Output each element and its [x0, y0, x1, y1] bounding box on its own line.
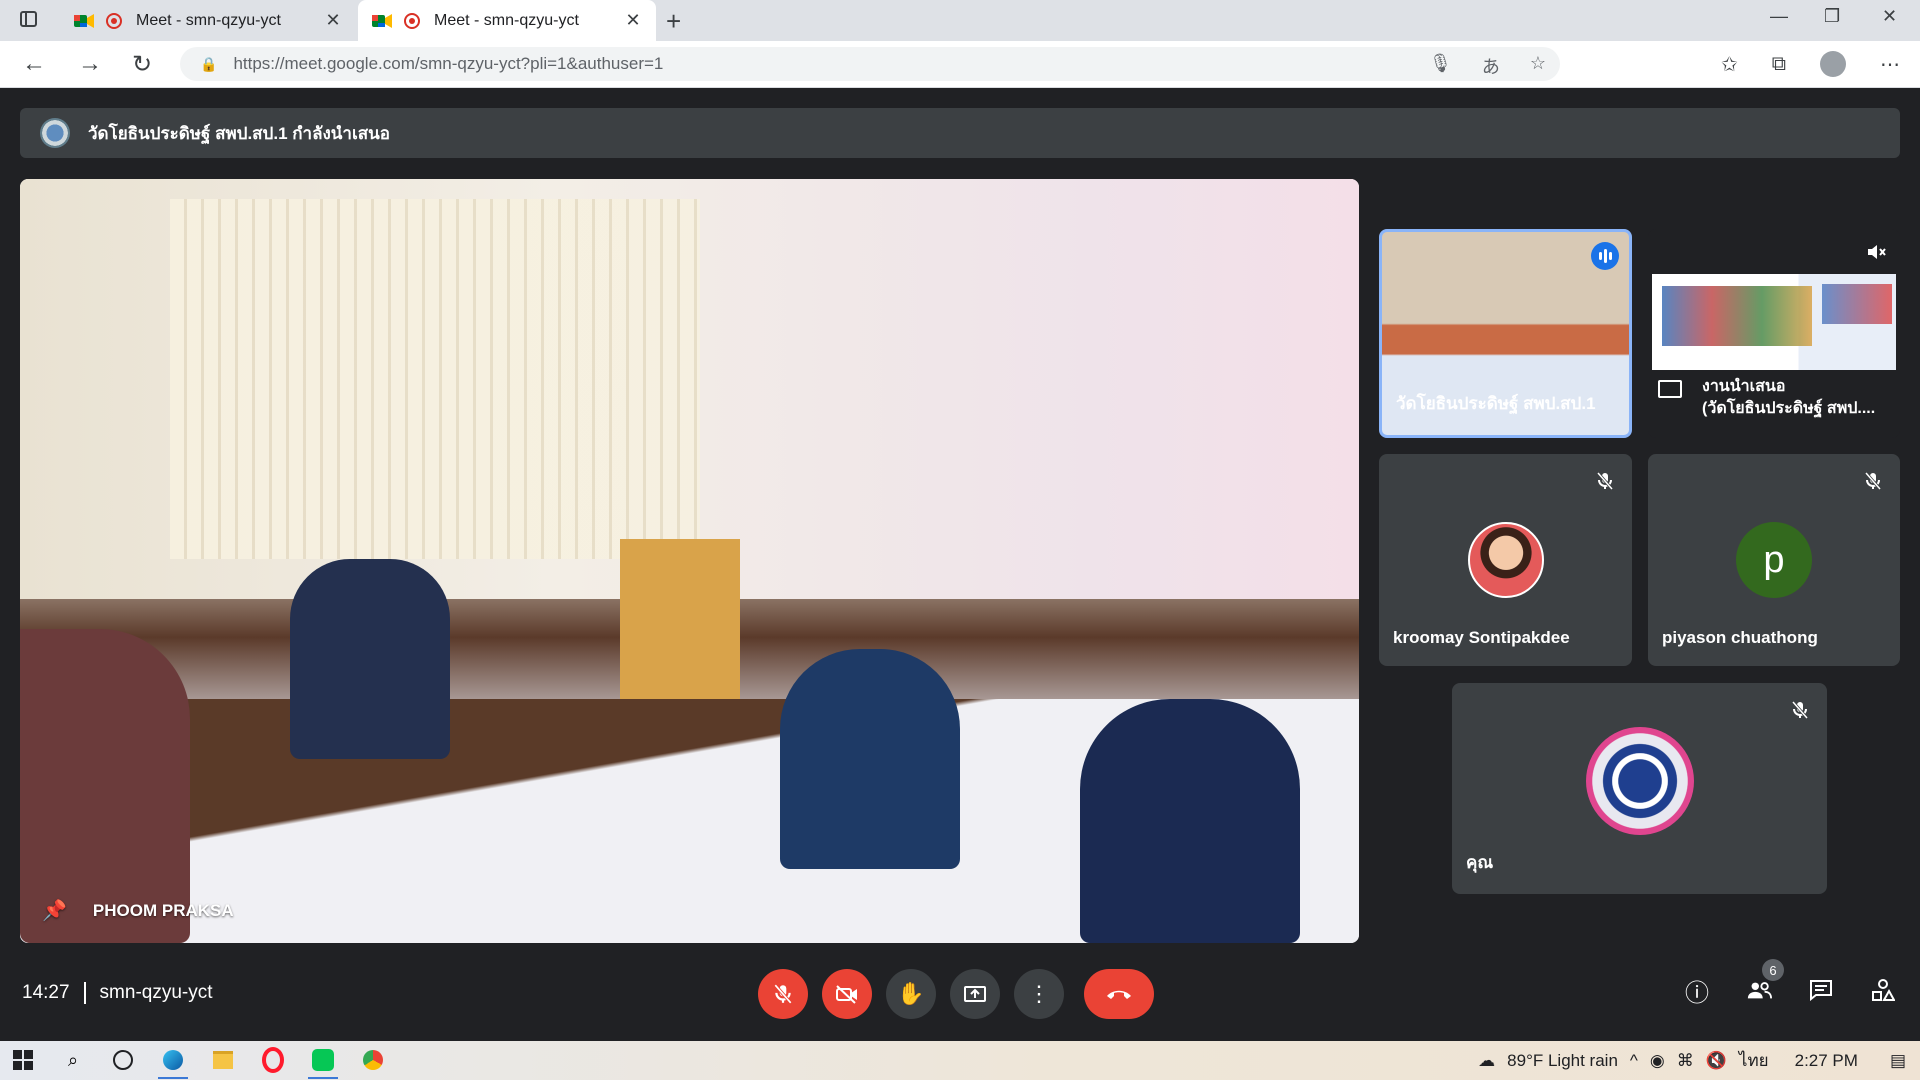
favorites-icon[interactable]: ✩ — [1721, 52, 1738, 77]
mic-off-icon — [1787, 697, 1813, 723]
self-tile[interactable]: คุณ — [1452, 683, 1827, 894]
hang-up-icon — [1107, 990, 1131, 999]
present-now-button[interactable] — [950, 969, 1000, 1019]
tab-meet-2[interactable]: Meet - smn-qzyu-yct ✕ — [358, 0, 656, 41]
pin-icon[interactable]: 📌 — [42, 898, 67, 923]
presentation-title: งานนำเสนอ — [1702, 378, 1786, 395]
start-icon[interactable] — [10, 1047, 36, 1073]
recording-indicator-icon — [106, 12, 122, 29]
presentation-tile[interactable]: งานนำเสนอ (วัดโยธินประดิษฐ์ สพป.... — [1648, 229, 1900, 438]
add-favorite-icon[interactable]: ☆ — [1530, 53, 1546, 79]
activities-icon[interactable] — [1870, 977, 1896, 1003]
participant-tile[interactable]: p piyason chuathong — [1648, 454, 1900, 666]
mic-toggle-button[interactable] — [758, 969, 808, 1019]
weather-icon[interactable]: ☁ — [1478, 1051, 1495, 1071]
cortana-icon[interactable] — [110, 1047, 136, 1073]
meeting-code: smn-qzyu-yct — [99, 982, 213, 1003]
show-hidden-icons[interactable]: ^ — [1630, 1051, 1638, 1071]
address-bar[interactable]: 🔒 https://meet.google.com/smn-qzyu-yct?p… — [180, 47, 1560, 81]
participants-count-badge: 6 — [1762, 959, 1784, 981]
new-tab-button[interactable]: + — [666, 6, 681, 37]
file-explorer-icon[interactable] — [210, 1047, 236, 1073]
meeting-time: 14:27 — [22, 982, 70, 1003]
forward-icon[interactable]: → — [78, 50, 102, 78]
restore-button[interactable]: ❐ — [1824, 6, 1840, 27]
participant-name: piyason chuathong — [1662, 628, 1818, 647]
main-video-tile[interactable]: 📌 PHOOM PRAKSA — [20, 179, 1359, 943]
close-tab-icon[interactable]: ✕ — [324, 10, 342, 31]
collections-icon[interactable]: ⧉ — [1772, 53, 1786, 76]
close-window-button[interactable]: ✕ — [1882, 6, 1897, 27]
network-icon[interactable]: ⌘ — [1677, 1051, 1694, 1071]
participant-avatar — [1467, 522, 1544, 598]
clock[interactable]: 2:27 PM — [1795, 1051, 1858, 1071]
shared-screen-preview — [1652, 274, 1896, 370]
muted-volume-icon — [1866, 243, 1886, 266]
presenter-avatar — [40, 118, 70, 148]
school-seal-avatar — [1585, 727, 1694, 835]
meet-favicon-icon — [74, 13, 94, 29]
participant-tile[interactable]: วัดโยธินประดิษฐ์ สพป.สป.1 — [1379, 229, 1632, 438]
profile-avatar[interactable] — [1820, 51, 1846, 77]
address-toolbar: ← → ↻ 🔒 https://meet.google.com/smn-qzyu… — [0, 41, 1920, 88]
line-app-icon[interactable] — [308, 1047, 338, 1079]
more-vert-icon: ⋮ — [1028, 981, 1050, 1006]
microphone-icon[interactable]: 🎙 — [1429, 53, 1452, 79]
recording-indicator-icon — [404, 12, 420, 29]
hand-icon: ✋ — [897, 981, 925, 1006]
tab-actions-icon[interactable] — [20, 11, 37, 27]
mic-off-icon — [774, 984, 792, 1004]
chrome-icon[interactable] — [360, 1047, 386, 1073]
participant-name: kroomay Sontipakdee — [1393, 628, 1570, 647]
input-language[interactable]: ไทย — [1739, 1047, 1769, 1074]
minimize-button[interactable]: — — [1770, 6, 1788, 27]
mic-off-icon — [1592, 468, 1618, 494]
url-text[interactable]: https://meet.google.com/smn-qzyu-yct?pli… — [233, 54, 663, 74]
presentation-owner: (วัดโยธินประดิษฐ์ สพป.... — [1702, 400, 1876, 417]
opera-icon[interactable] — [260, 1047, 286, 1073]
chat-icon[interactable] — [1808, 977, 1834, 1003]
presentation-label: งานนำเสนอ (วัดโยธินประดิษฐ์ สพป.... — [1658, 376, 1875, 420]
back-icon[interactable]: ← — [22, 50, 46, 78]
camera-off-icon — [836, 985, 857, 1004]
leave-call-button[interactable] — [1084, 969, 1154, 1019]
volume-muted-icon[interactable]: 🔇 — [1706, 1051, 1727, 1071]
raise-hand-button[interactable]: ✋ — [886, 969, 936, 1019]
participant-name: คุณ — [1466, 853, 1494, 872]
more-options-button[interactable]: ⋮ — [1014, 969, 1064, 1019]
browser-tab-bar: Meet - smn-qzyu-yct ✕ Meet - smn-qzyu-yc… — [0, 0, 1920, 41]
presenting-text: วัดโยธินประดิษฐ์ สพป.สป.1 กำลังนำเสนอ — [88, 123, 390, 143]
tab-title: Meet - smn-qzyu-yct — [136, 11, 281, 29]
windows-taskbar: ⌕ ☁ 89°F Light rain ^ ◉ ⌘ 🔇 ไทย 2:27 PM … — [0, 1041, 1920, 1080]
close-tab-icon[interactable]: ✕ — [624, 10, 642, 31]
main-speaker-nametag: 📌 PHOOM PRAKSA — [42, 898, 234, 923]
meeting-controls-bar: 14:27 smn-qzyu-yct ✋ ⋮ ⓘ 6 — [0, 943, 1920, 1041]
translate-icon[interactable]: あ — [1482, 53, 1500, 79]
participant-name: วัดโยธินประดิษฐ์ สพป.สป.1 — [1396, 394, 1596, 413]
tray-app-icon[interactable]: ◉ — [1650, 1051, 1665, 1071]
tab-meet-1[interactable]: Meet - smn-qzyu-yct ✕ — [60, 0, 356, 41]
presenting-banner: วัดโยธินประดิษฐ์ สพป.สป.1 กำลังนำเสนอ — [20, 108, 1900, 158]
camera-toggle-button[interactable] — [822, 969, 872, 1019]
speaking-indicator-icon — [1591, 242, 1619, 270]
lock-icon[interactable]: 🔒 — [200, 56, 217, 73]
meet-favicon-icon — [372, 13, 392, 29]
people-icon[interactable]: 6 — [1746, 959, 1784, 1003]
weather-text[interactable]: 89°F Light rain — [1507, 1051, 1618, 1071]
edge-browser-icon[interactable] — [158, 1047, 188, 1079]
search-icon[interactable]: ⌕ — [60, 1047, 86, 1073]
meeting-details-icon[interactable]: ⓘ — [1684, 977, 1710, 1007]
notifications-icon[interactable]: ▤ — [1890, 1051, 1906, 1071]
mic-off-icon — [1860, 468, 1886, 494]
present-screen-icon — [1658, 380, 1682, 398]
participant-tile[interactable]: kroomay Sontipakdee — [1379, 454, 1632, 666]
main-speaker-name: PHOOM PRAKSA — [92, 900, 234, 920]
more-menu-icon[interactable]: ⋯ — [1880, 52, 1900, 77]
participant-initial-avatar: p — [1736, 522, 1812, 598]
refresh-icon[interactable]: ↻ — [132, 50, 152, 79]
meeting-details: 14:27 smn-qzyu-yct — [22, 982, 213, 1004]
tab-title: Meet - smn-qzyu-yct — [434, 11, 579, 29]
present-screen-icon — [964, 986, 986, 1002]
